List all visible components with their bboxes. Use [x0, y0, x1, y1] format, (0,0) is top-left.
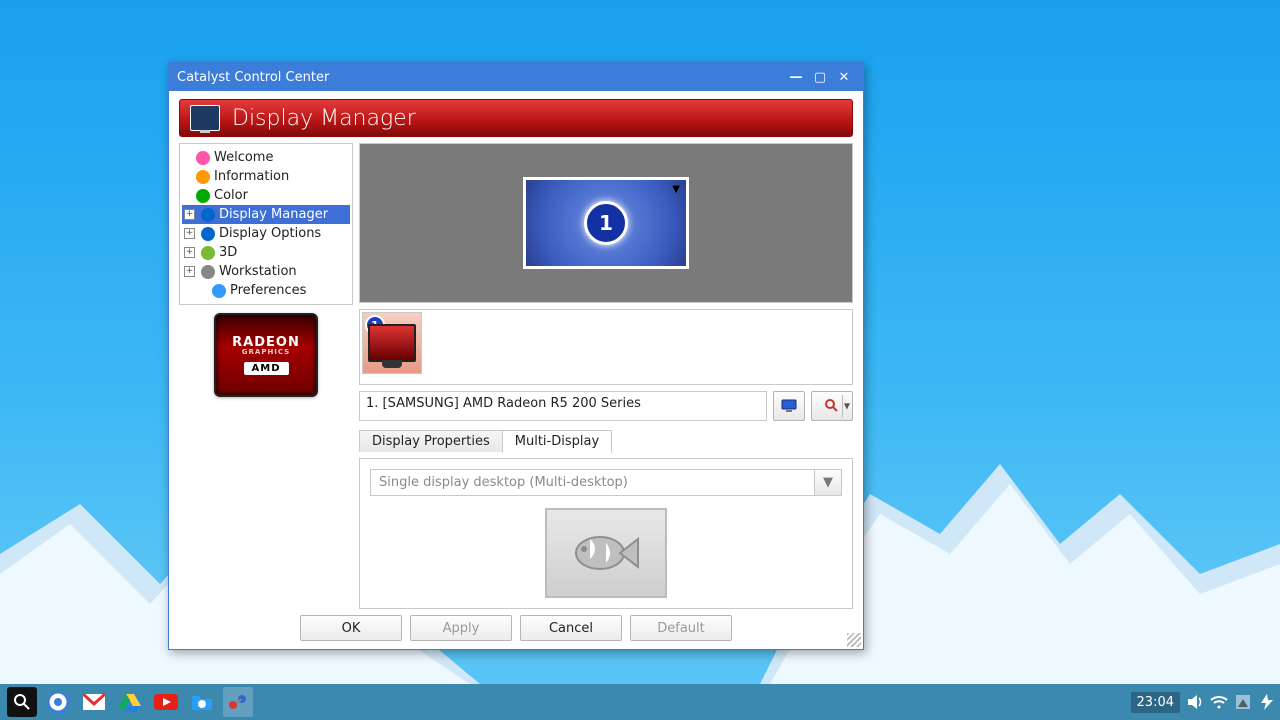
detect-displays-button[interactable]: ▼: [811, 391, 853, 421]
tray-icon[interactable]: [1234, 693, 1252, 711]
mail-icon: [83, 694, 105, 710]
gmail-launcher[interactable]: [79, 687, 109, 717]
nav-tree[interactable]: WelcomeInformationColor+Display Manager+…: [179, 143, 353, 305]
tree-item-label: Color: [214, 187, 248, 204]
dialog-buttons: OK Apply Cancel Default: [179, 609, 853, 643]
chrome-icon: [47, 691, 69, 713]
expand-toggle[interactable]: +: [184, 228, 195, 239]
maximize-button[interactable]: ▢: [809, 67, 831, 87]
search-button[interactable]: [7, 687, 37, 717]
tab-display-properties[interactable]: Display Properties: [359, 430, 503, 452]
taskbar[interactable]: 23:04: [0, 684, 1280, 720]
ok-button[interactable]: OK: [300, 615, 402, 641]
chevron-down-icon[interactable]: ▼: [844, 402, 850, 411]
multi-display-mode-select[interactable]: Single display desktop (Multi-desktop) ▼: [370, 469, 842, 496]
expand-toggle[interactable]: +: [184, 266, 195, 277]
tree-item-icon: [201, 208, 215, 222]
tree-item-label: Welcome: [214, 149, 273, 166]
drive-launcher[interactable]: [115, 687, 145, 717]
resize-grip[interactable]: [847, 633, 861, 647]
tab-strip: Display Properties Multi-Display: [359, 429, 853, 452]
tree-item-3d[interactable]: +3D: [182, 243, 350, 262]
display-1-thumb[interactable]: 1 ▼: [523, 177, 689, 269]
default-button[interactable]: Default: [630, 615, 732, 641]
tree-item-display-manager[interactable]: + Display Manager: [182, 205, 350, 224]
display-preview[interactable]: 1 ▼: [359, 143, 853, 303]
tree-item-label: Information: [214, 168, 289, 185]
banner-title: Display Manager: [232, 106, 416, 131]
tab-content: Single display desktop (Multi-desktop) ▼: [359, 458, 853, 609]
monitor-icon: [781, 399, 797, 413]
minimize-button[interactable]: —: [785, 67, 807, 87]
tree-item-label: Display Manager: [219, 206, 328, 223]
catalyst-icon: [227, 691, 249, 713]
files-launcher[interactable]: [187, 687, 217, 717]
folder-icon: [191, 693, 213, 711]
window-title: Catalyst Control Center: [177, 70, 329, 85]
tree-item-label: Workstation: [219, 263, 297, 280]
tree-item-label: Display Options: [219, 225, 321, 242]
tab-multi-display[interactable]: Multi-Display: [502, 430, 612, 453]
monitor-icon: [368, 324, 416, 362]
tree-item-label: Preferences: [230, 282, 306, 299]
tree-item-preferences[interactable]: Preferences: [182, 281, 350, 300]
section-banner: Display Manager: [179, 99, 853, 137]
youtube-icon: [154, 694, 178, 710]
tree-item-icon: [201, 227, 215, 241]
mode-illustration: [545, 508, 667, 598]
tree-item-color[interactable]: Color: [182, 186, 350, 205]
tree-item-icon: [196, 170, 210, 184]
expand-toggle[interactable]: +: [184, 247, 195, 258]
tree-item-display-options[interactable]: + Display Options: [182, 224, 350, 243]
tree-item-icon: [201, 265, 215, 279]
tree-item-icon: [196, 189, 210, 203]
chevron-down-icon[interactable]: ▼: [815, 469, 842, 496]
amd-text: AMD: [244, 362, 289, 375]
power-icon[interactable]: [1258, 693, 1276, 711]
chrome-launcher[interactable]: [43, 687, 73, 717]
radeon-sub: GRAPHICS: [242, 348, 290, 356]
display-number-badge: 1: [584, 201, 628, 245]
tree-item-information[interactable]: Information: [182, 167, 350, 186]
monitor-thumb-1[interactable]: 1: [362, 312, 422, 374]
identify-display-button[interactable]: [773, 391, 805, 421]
device-label: 1. [SAMSUNG] AMD Radeon R5 200 Series: [359, 391, 767, 421]
catalyst-launcher-active[interactable]: [223, 687, 253, 717]
tree-item-icon: [201, 246, 215, 260]
desktop: Catalyst Control Center — ▢ ✕ Display Ma…: [0, 0, 1280, 720]
tree-item-workstation[interactable]: + Workstation: [182, 262, 350, 281]
youtube-launcher[interactable]: [151, 687, 181, 717]
chevron-down-icon[interactable]: ▼: [672, 184, 680, 195]
expand-toggle[interactable]: +: [184, 209, 195, 220]
select-value: Single display desktop (Multi-desktop): [370, 469, 815, 496]
catalyst-window: Catalyst Control Center — ▢ ✕ Display Ma…: [168, 62, 864, 650]
volume-icon[interactable]: [1186, 693, 1204, 711]
tree-item-icon: [212, 284, 226, 298]
cancel-button[interactable]: Cancel: [520, 615, 622, 641]
tree-item-label: 3D: [219, 244, 237, 261]
search-icon: [825, 399, 839, 413]
titlebar[interactable]: Catalyst Control Center — ▢ ✕: [169, 63, 863, 91]
search-icon: [14, 694, 30, 710]
apply-button[interactable]: Apply: [410, 615, 512, 641]
clock[interactable]: 23:04: [1131, 692, 1180, 713]
wifi-icon[interactable]: [1210, 693, 1228, 711]
radeon-badge: RADEON GRAPHICS AMD: [214, 313, 318, 397]
monitor-icon: [190, 105, 220, 131]
tree-item-welcome[interactable]: Welcome: [182, 148, 350, 167]
drive-icon: [119, 692, 141, 712]
monitor-thumbnails: 1: [359, 309, 853, 385]
tree-item-icon: [196, 151, 210, 165]
close-button[interactable]: ✕: [833, 67, 855, 87]
